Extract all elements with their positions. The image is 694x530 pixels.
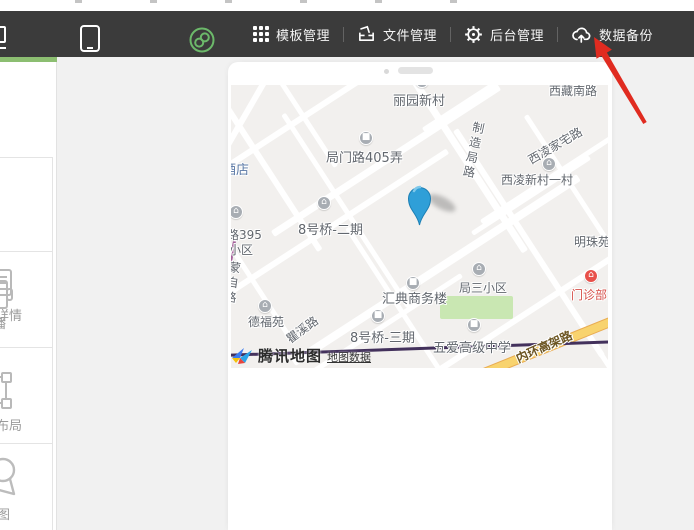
sidebar-item-label: 详情	[0, 305, 22, 324]
map-widget[interactable]: 丽园新村西藏南路制造局路局门路405弄酒店西凌家宅路西凌新村一村8号桥-二期路3…	[231, 85, 608, 368]
top-toolbar: 模板管理 文件管理	[0, 11, 694, 57]
menu-item-file-manage[interactable]: 文件管理	[344, 11, 450, 57]
school-poi-icon: ■	[467, 318, 481, 332]
map-label: 小区	[231, 241, 253, 258]
sidebar-item-label: 图	[0, 504, 10, 523]
home-poi-icon: ⌂	[258, 299, 272, 313]
cloud-upload-icon	[571, 25, 592, 44]
map-label: 门诊部	[571, 286, 607, 303]
menu-label: 数据备份	[599, 25, 653, 44]
map-label: 五爱高级中学	[433, 337, 511, 356]
map-brand-label: 腾讯地图	[258, 345, 322, 366]
desktop-icon[interactable]	[0, 26, 6, 43]
map-label: 局门路405弄	[326, 147, 403, 166]
tencent-maps-logo	[231, 346, 253, 366]
map-data-link[interactable]: 地图数据	[327, 349, 371, 365]
map-label: 明珠苑	[574, 233, 608, 250]
menu-label: 文件管理	[383, 25, 437, 44]
menu-label: 模板管理	[276, 25, 330, 44]
menu-item-data-backup[interactable]: 数据备份	[558, 11, 666, 57]
mobile-preview: 丽园新村西藏南路制造局路局门路405弄酒店西凌家宅路西凌新村一村8号桥-二期路3…	[228, 62, 612, 530]
sidebar-item-carousel[interactable]: 播	[0, 157, 53, 253]
map-label: 汇典商务楼	[382, 288, 447, 307]
building-poi-icon: ■	[371, 309, 385, 323]
building-poi-icon: ■	[406, 276, 420, 290]
sidebar-item-detail[interactable]: 详情	[0, 251, 53, 347]
file-manage-icon	[357, 25, 376, 44]
map-pin-marker[interactable]	[406, 179, 433, 227]
phone-camera-dot	[384, 69, 389, 74]
grid-icon	[253, 26, 269, 42]
desktop-icon-base	[0, 47, 6, 49]
widget-sidebar: 播 详情 布局 图	[0, 62, 57, 530]
map-pin-icon	[0, 454, 21, 500]
menu-item-admin[interactable]: 后台管理	[451, 11, 557, 57]
sidebar-item-label: 布局	[0, 415, 22, 434]
sidebar-item-map[interactable]: 图	[0, 443, 53, 530]
layout-icon	[1, 372, 12, 383]
map-label: 内环高架路	[513, 327, 575, 367]
building-poi-icon: ■	[359, 131, 373, 145]
menu-item-template-manage[interactable]: 模板管理	[240, 11, 343, 57]
map-attribution: 腾讯地图 地图数据	[231, 345, 371, 366]
sidebar-item-layout[interactable]: 布局	[0, 347, 53, 443]
map-label: 德福苑	[248, 313, 284, 330]
map-label: 8号桥-三期	[350, 327, 415, 346]
map-park-area	[440, 296, 513, 319]
toolbar-menu: 模板管理 文件管理	[240, 11, 666, 57]
map-label: 8号桥-二期	[298, 219, 363, 238]
map-label: 丽园新村	[393, 90, 445, 109]
map-road	[281, 112, 410, 308]
clinic-poi-icon: ⌂	[584, 269, 598, 283]
gear-icon	[464, 25, 483, 44]
preview-link-icon[interactable]	[189, 27, 215, 53]
menu-label: 后台管理	[490, 25, 544, 44]
mobile-icon[interactable]	[80, 25, 100, 52]
map-label: 西藏南路	[549, 85, 597, 99]
home-poi-icon: ⌂	[542, 157, 556, 171]
phone-speaker-pill	[398, 67, 433, 74]
map-label: 局三小区	[459, 279, 507, 296]
app-window: { "toolbar": { "device_toggles": [ {"ico…	[0, 0, 694, 530]
home-poi-icon: ⌂	[317, 196, 331, 210]
home-poi-icon: ⌂	[231, 205, 243, 219]
map-label: 西凌新村一村	[501, 171, 573, 188]
home-poi-icon: ⌂	[472, 262, 486, 276]
browser-strip	[0, 0, 694, 11]
map-label: 酒店	[231, 159, 249, 178]
